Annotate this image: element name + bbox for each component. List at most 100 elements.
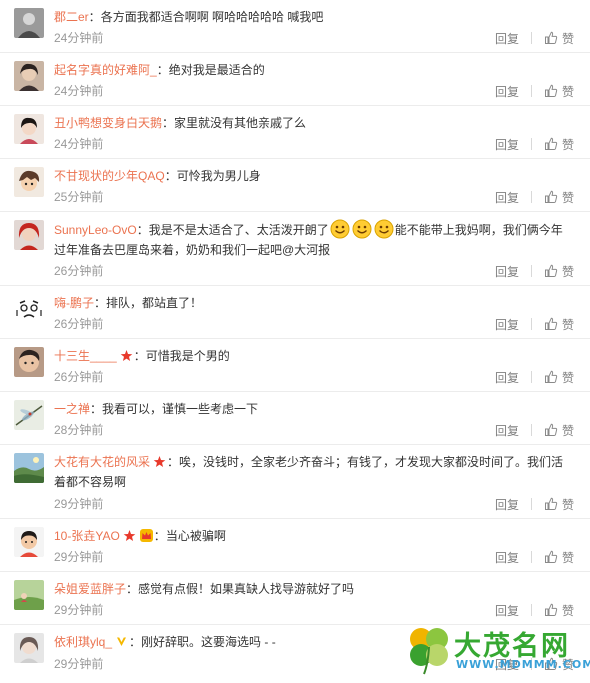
like-button[interactable]: 赞 [544,263,574,280]
smiley-emoji-icon [374,219,394,239]
reply-button[interactable]: 回复 [495,263,519,280]
reply-button[interactable]: 回复 [495,496,519,513]
comment-text: 我是不是太适合了、太活泼开朗了 [148,223,329,237]
divider [530,498,532,510]
comment-username[interactable]: 十三生____ [54,349,117,363]
avatar[interactable] [14,167,44,197]
comment-username[interactable]: 朵姐爱蓝胖子 [54,582,126,596]
comment-actions: 回复 赞 [495,369,574,385]
like-button[interactable]: 赞 [544,189,574,206]
comment-item: 10-张垚YAO ：当心被骗啊 29分钟前 回复 赞 [0,519,590,572]
comment-item: 朵姐爱蓝胖子：感觉有点假！如果真缺人找导游就好了吗 29分钟前 回复 赞 [0,572,590,625]
comment-body: 嗨-鹏子：排队，都站直了！ [54,293,574,313]
comment-username[interactable]: 10-张垚YAO [54,529,120,543]
comment-item: 不甘现状的少年QAQ：可怜我为男儿身 25分钟前 回复 赞 [0,159,590,212]
comment-time: 24分钟前 [54,84,104,98]
like-button[interactable]: 赞 [544,136,574,153]
thumbs-up-icon [544,317,558,330]
divider [530,551,532,563]
comment-time: 24分钟前 [54,31,104,45]
avatar[interactable] [14,633,44,663]
divider [530,32,532,44]
avatar[interactable] [14,453,44,483]
like-button[interactable]: 赞 [544,496,574,513]
avatar[interactable] [14,294,44,324]
reply-button[interactable]: 回复 [495,316,519,333]
comment-actions: 回复 赞 [495,189,574,205]
divider [530,138,532,150]
comment-username[interactable]: 不甘现状的少年QAQ [54,169,165,183]
divider [530,604,532,616]
colon: ： [129,635,142,649]
reply-button[interactable]: 回复 [495,602,519,619]
avatar[interactable] [14,220,44,250]
avatar[interactable] [14,114,44,144]
like-button[interactable]: 赞 [544,549,574,566]
colon: ： [133,349,146,363]
reply-button[interactable]: 回复 [495,549,519,566]
comment-username[interactable]: SunnyLeo-OvO [54,223,137,237]
thumbs-up-icon [544,603,558,616]
divider [530,424,532,436]
thumbs-up-icon [544,137,558,150]
avatar[interactable] [14,580,44,610]
avatar[interactable] [14,347,44,377]
reply-button[interactable]: 回复 [495,189,519,206]
comment-actions: 回复 赞 [495,136,574,152]
like-button[interactable]: 赞 [544,422,574,439]
comment-username[interactable]: 依利琪ylq_ [54,635,112,649]
reply-button[interactable]: 回复 [495,83,519,100]
comment-item: SunnyLeo-OvO：我是不是太适合了、太活泼开朗了 能不能带上我妈啊，我们俩… [0,212,590,286]
comment-body: 一之禅：我看可以，谨慎一些考虑一下 [54,399,574,419]
comment-username[interactable]: 一之禅 [54,402,90,416]
like-button[interactable]: 赞 [544,369,574,386]
like-button[interactable]: 赞 [544,83,574,100]
reply-button[interactable]: 回复 [495,30,519,47]
reply-button[interactable]: 回复 [495,369,519,386]
comment-feed: 郡二er：各方面我都适合啊啊 啊哈哈哈哈哈 喊我吧 24分钟前 回复 赞 起名字… [0,0,590,678]
comment-username[interactable]: 嗨-鹏子 [54,296,94,310]
like-button[interactable]: 赞 [544,602,574,619]
comment-actions: 回复 赞 [495,422,574,438]
comment-username[interactable]: 丑小鸭想变身白天鹅 [54,116,162,130]
comment-time: 29分钟前 [54,497,104,511]
star-badge-icon [119,349,133,362]
comment-body: 十三生____ ：可惜我是个男的 [54,346,574,366]
avatar[interactable] [14,400,44,430]
clover-logo-icon [410,628,448,675]
comment-username[interactable]: 大花有大花的风采 [54,455,150,469]
comment-item: 十三生____ ：可惜我是个男的 26分钟前 回复 赞 [0,339,590,392]
comment-time: 24分钟前 [54,137,104,151]
like-button[interactable]: 赞 [544,30,574,47]
comment-username[interactable]: 郡二er [54,10,89,24]
avatar[interactable] [14,61,44,91]
comment-text: 可怜我为男儿身 [176,169,261,183]
like-button[interactable]: 赞 [544,316,574,333]
comment-time: 28分钟前 [54,423,104,437]
comment-actions: 回复 赞 [495,602,574,618]
colon: ： [156,63,169,77]
comment-item: 嗨-鹏子：排队，都站直了！ 26分钟前 回复 赞 [0,286,590,339]
comment-actions: 回复 赞 [495,496,574,512]
comment-text: 可惜我是个男的 [145,349,230,363]
star-badge-icon [122,529,136,542]
comment-time: 26分钟前 [54,370,104,384]
comment-text: 绝对我是最适合的 [168,63,265,77]
avatar[interactable] [14,8,44,38]
comment-username[interactable]: 起名字真的好难阿_ [54,63,157,77]
thumbs-up-icon [544,190,558,203]
like-label: 赞 [561,603,574,618]
avatar[interactable] [14,527,44,557]
divider [530,371,532,383]
comment-item: 起名字真的好难阿_：绝对我是最适合的 24分钟前 回复 赞 [0,53,590,106]
thumbs-up-icon [544,423,558,436]
comment-body: SunnyLeo-OvO：我是不是太适合了、太活泼开朗了 能不能带上我妈啊，我们俩… [54,219,574,260]
reply-button[interactable]: 回复 [495,136,519,153]
comment-item: 郡二er：各方面我都适合啊啊 啊哈哈哈哈哈 喊我吧 24分钟前 回复 赞 [0,0,590,53]
like-label: 赞 [561,84,574,99]
colon: ： [136,223,149,237]
comment-time: 26分钟前 [54,317,104,331]
reply-button[interactable]: 回复 [495,422,519,439]
like-label: 赞 [561,370,574,385]
comment-body: 郡二er：各方面我都适合啊啊 啊哈哈哈哈哈 喊我吧 [54,7,574,27]
